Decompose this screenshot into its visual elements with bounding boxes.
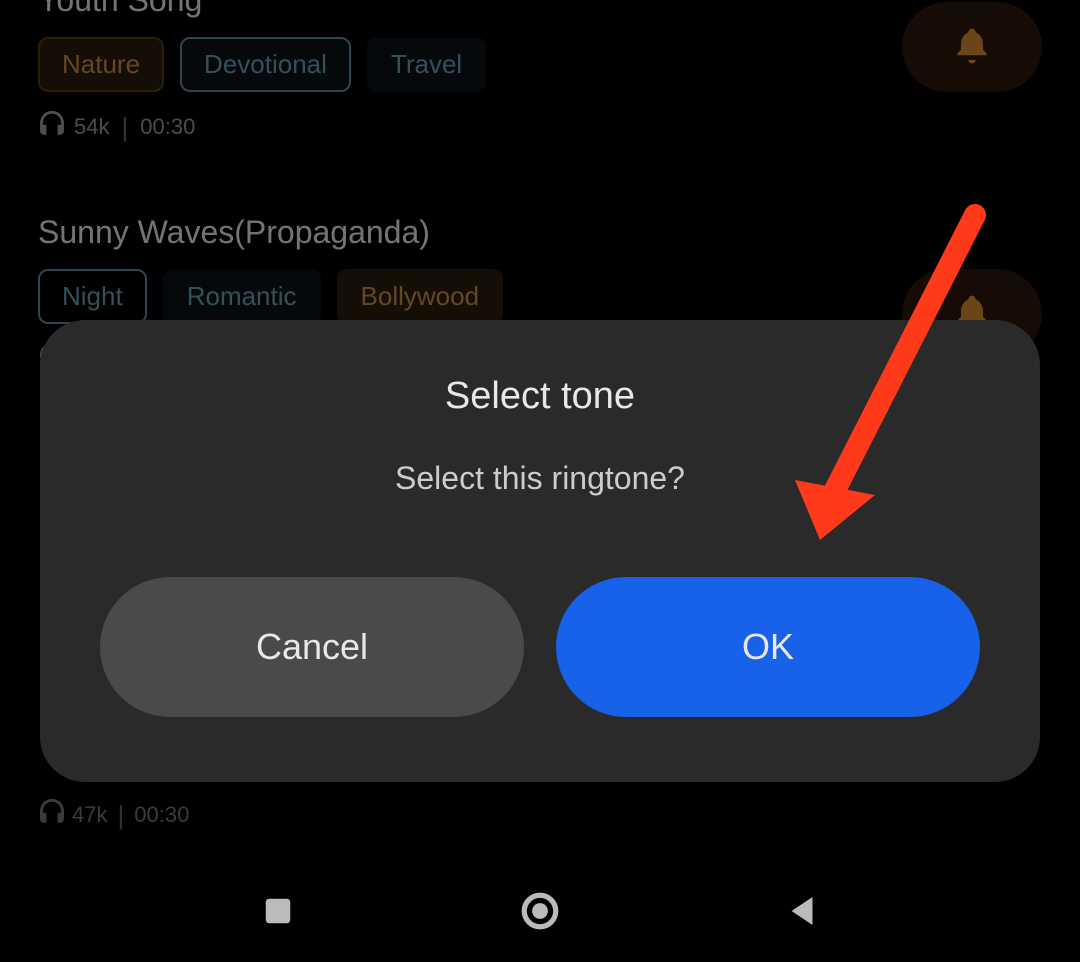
tag-travel[interactable]: Travel: [367, 37, 486, 92]
ok-button[interactable]: OK: [556, 577, 980, 717]
dialog-buttons: Cancel OK: [100, 577, 980, 717]
tag-devotional[interactable]: Devotional: [180, 37, 351, 92]
home-button[interactable]: [519, 890, 561, 937]
cancel-button[interactable]: Cancel: [100, 577, 524, 717]
song-meta: 54k | 00:30: [38, 110, 1042, 144]
tag-romantic[interactable]: Romantic: [163, 269, 321, 324]
tag-night[interactable]: Night: [38, 269, 147, 324]
dialog-message: Select this ringtone?: [100, 460, 980, 497]
tag-nature[interactable]: Nature: [38, 37, 164, 92]
android-nav-bar: [0, 890, 1080, 937]
tag-row: Night Romantic Bollywood: [38, 269, 1042, 324]
song-title: Youth Song: [38, 0, 1042, 19]
headphone-icon: [38, 110, 66, 144]
tag-row: Nature Devotional Travel: [38, 37, 1042, 92]
song-meta: 47k | 00:30: [38, 798, 189, 832]
recent-apps-button[interactable]: [257, 890, 299, 937]
play-count: 54k: [74, 114, 109, 140]
duration: 00:30: [140, 114, 195, 140]
dialog-title: Select tone: [100, 375, 980, 418]
song-item: Youth Song Nature Devotional Travel 54k …: [38, 0, 1042, 144]
bell-icon: [950, 25, 994, 69]
tag-bollywood[interactable]: Bollywood: [337, 269, 504, 324]
back-button[interactable]: [781, 890, 823, 937]
duration: 00:30: [134, 802, 189, 828]
song-title: Sunny Waves(Propaganda): [38, 214, 1042, 251]
set-ringtone-button[interactable]: [902, 2, 1042, 92]
play-count: 47k: [72, 802, 107, 828]
select-tone-dialog: Select tone Select this ringtone? Cancel…: [40, 320, 1040, 782]
headphone-icon: [38, 798, 66, 832]
meta-divider: |: [121, 112, 128, 143]
meta-divider: |: [117, 800, 124, 831]
